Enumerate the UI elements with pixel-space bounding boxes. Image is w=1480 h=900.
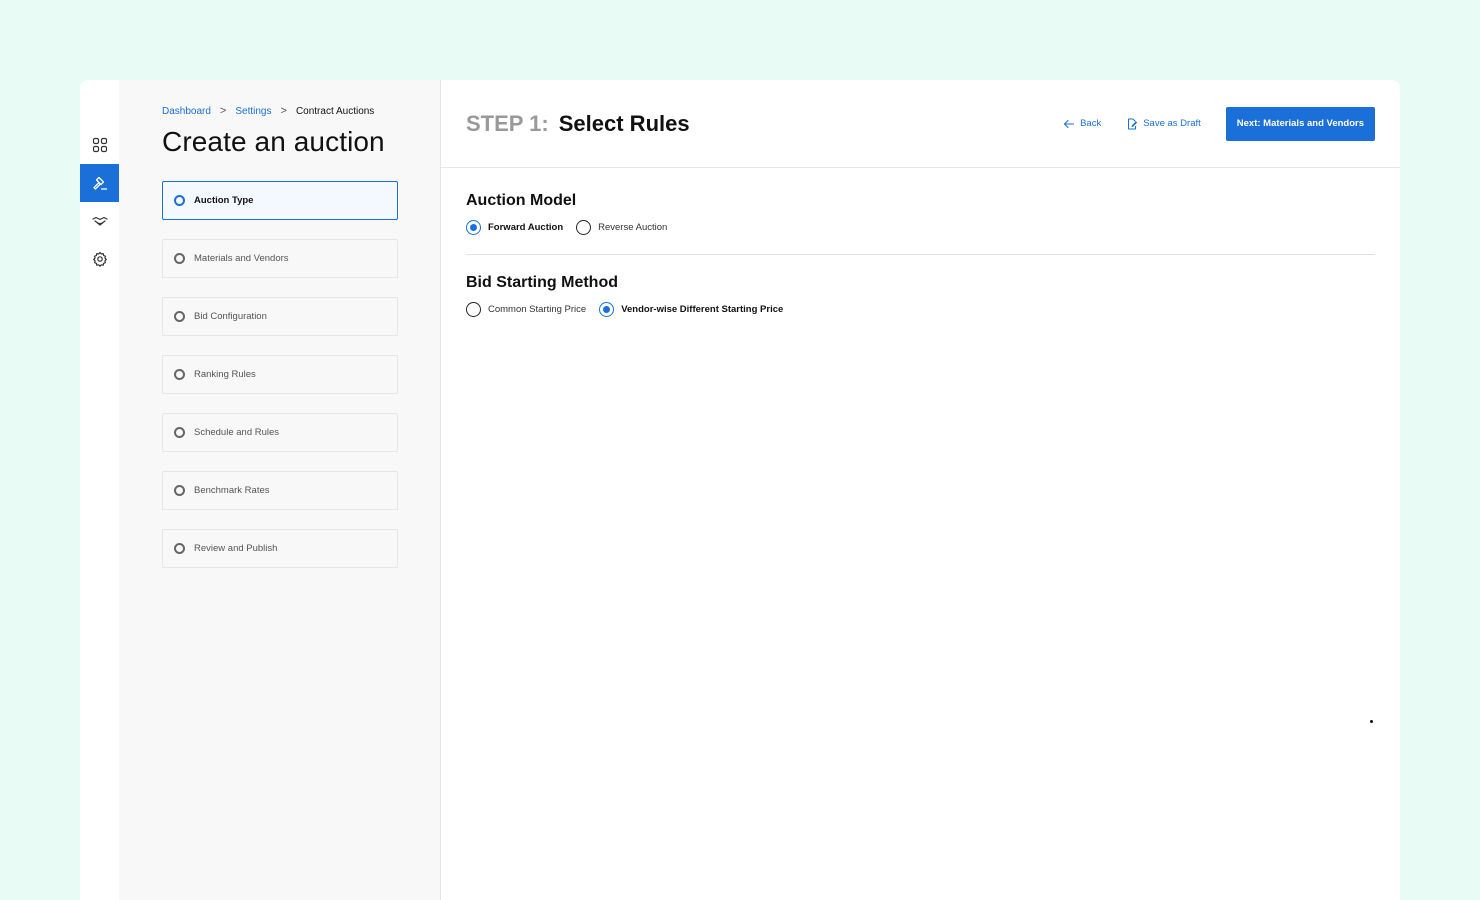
auction-model-radio-group: Forward Auction Reverse Auction xyxy=(466,220,1375,235)
breadcrumb: Dashboard > Settings > Contract Auctions xyxy=(162,104,398,118)
radio-label: Reverse Auction xyxy=(598,222,668,233)
step-status-icon xyxy=(174,543,185,554)
radio-vendor-wise-starting-price[interactable]: Vendor-wise Different Starting Price xyxy=(599,302,783,317)
rail-contracts-button[interactable] xyxy=(80,202,119,240)
radio-unchecked-icon xyxy=(466,302,481,317)
bid-starting-method-section: Bid Starting Method Common Starting Pric… xyxy=(466,274,1375,317)
next-button[interactable]: Next: Materials and Vendors xyxy=(1225,106,1375,141)
radio-unchecked-icon xyxy=(576,220,592,235)
arrow-left-icon xyxy=(1064,119,1075,128)
radio-forward-auction[interactable]: Forward Auction xyxy=(466,220,563,235)
main-content: STEP 1: Select Rules Back Save as Draft … xyxy=(441,80,1400,900)
rail-dashboard-button[interactable] xyxy=(80,126,119,164)
step-schedule-and-rules[interactable]: Schedule and Rules xyxy=(162,413,398,452)
step-heading: STEP 1: Select Rules xyxy=(466,111,690,137)
step-label: Auction Type xyxy=(194,195,254,206)
step-label: Benchmark Rates xyxy=(194,485,270,496)
rail-settings-button[interactable] xyxy=(80,240,119,278)
breadcrumb-current: Contract Auctions xyxy=(295,105,375,117)
radio-reverse-auction[interactable]: Reverse Auction xyxy=(576,220,667,235)
radio-common-starting-price[interactable]: Common Starting Price xyxy=(466,302,586,317)
gavel-icon xyxy=(92,176,107,190)
page-title: Create an auction xyxy=(162,126,385,157)
step-materials-and-vendors[interactable]: Materials and Vendors xyxy=(162,239,398,278)
cursor-dot xyxy=(1370,720,1373,723)
step-status-icon xyxy=(174,485,185,496)
step-benchmark-rates[interactable]: Benchmark Rates xyxy=(162,471,398,510)
step-label: Ranking Rules xyxy=(194,369,256,380)
radio-label: Common Starting Price xyxy=(488,304,587,315)
step-list: Auction Type Materials and Vendors Bid C… xyxy=(162,181,398,568)
gear-icon xyxy=(92,251,107,267)
step-review-and-publish[interactable]: Review and Publish xyxy=(162,529,398,568)
breadcrumb-settings-link[interactable]: Settings xyxy=(235,106,271,117)
auction-model-section: Auction Model Forward Auction Reverse Au… xyxy=(466,192,1375,235)
radio-label: Forward Auction xyxy=(488,222,564,233)
step-ranking-rules[interactable]: Ranking Rules xyxy=(162,355,398,394)
chevron-right-icon: > xyxy=(219,105,227,117)
back-button[interactable]: Back xyxy=(1063,118,1101,130)
document-edit-icon xyxy=(1128,118,1138,129)
rail-auctions-button[interactable] xyxy=(80,164,119,202)
section-divider xyxy=(466,254,1375,255)
rules-form: Auction Model Forward Auction Reverse Au… xyxy=(441,168,1400,317)
step-status-icon xyxy=(174,195,185,206)
step-status-icon xyxy=(174,369,185,380)
grid-icon xyxy=(92,137,107,153)
breadcrumb-dashboard-link[interactable]: Dashboard xyxy=(162,106,211,117)
step-number: STEP 1: xyxy=(466,110,549,136)
steps-panel: Dashboard > Settings > Contract Auctions… xyxy=(119,80,441,900)
step-label: Review and Publish xyxy=(194,543,278,554)
icon-rail xyxy=(80,80,119,900)
step-status-icon xyxy=(174,427,185,438)
step-auction-type[interactable]: Auction Type xyxy=(162,181,398,220)
app-window: Dashboard > Settings > Contract Auctions… xyxy=(80,80,1400,900)
section-title: Bid Starting Method xyxy=(466,274,618,291)
radio-checked-icon xyxy=(599,302,615,317)
chevron-right-icon: > xyxy=(280,105,287,117)
header-actions: Back Save as Draft Next: Materials and V… xyxy=(1063,106,1375,141)
step-status-icon xyxy=(174,253,185,264)
section-title: Auction Model xyxy=(466,192,577,209)
radio-checked-icon xyxy=(466,220,481,235)
back-label: Back xyxy=(1080,118,1102,129)
handshake-icon xyxy=(91,216,108,226)
step-status-icon xyxy=(174,311,185,322)
step-bid-configuration[interactable]: Bid Configuration xyxy=(162,297,398,336)
radio-label: Vendor-wise Different Starting Price xyxy=(621,304,784,315)
bid-starting-method-radio-group: Common Starting Price Vendor-wise Differ… xyxy=(466,302,1375,317)
step-title: Select Rules xyxy=(558,110,690,136)
save-draft-button[interactable]: Save as Draft xyxy=(1126,118,1201,130)
step-label: Materials and Vendors xyxy=(194,253,289,264)
main-header: STEP 1: Select Rules Back Save as Draft … xyxy=(441,80,1400,168)
step-label: Schedule and Rules xyxy=(194,427,280,438)
save-draft-label: Save as Draft xyxy=(1143,118,1201,129)
step-label: Bid Configuration xyxy=(194,311,267,322)
